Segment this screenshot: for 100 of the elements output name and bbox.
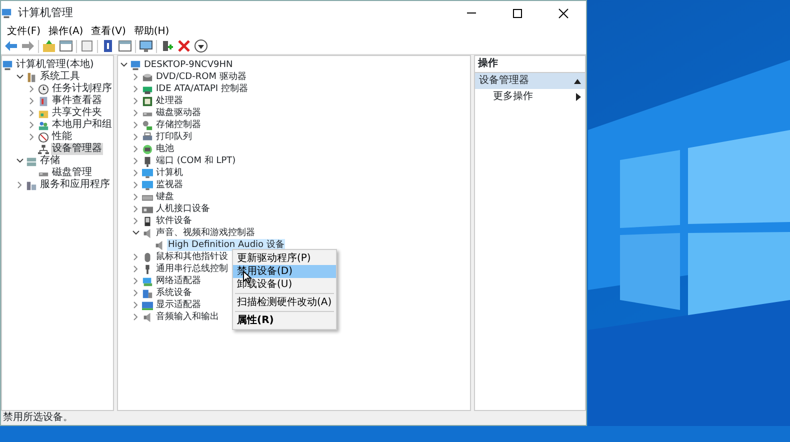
close-icon[interactable]: [558, 8, 568, 18]
action-section[interactable]: 设备管理器: [475, 73, 585, 89]
menu-item[interactable]: 帮助(H): [130, 25, 174, 38]
tree-item[interactable]: 事件查看器: [51, 95, 103, 107]
network-icon: [142, 276, 153, 286]
expand-caret-icon[interactable]: [133, 301, 139, 309]
collapse-icon[interactable]: [574, 78, 581, 84]
download-icon[interactable]: [194, 39, 208, 53]
expand-caret-icon[interactable]: [29, 85, 35, 93]
monitor-icon[interactable]: [139, 39, 153, 53]
tree-item[interactable]: 存储控制器: [155, 119, 202, 131]
tree-item[interactable]: 鼠标和其他指针设: [155, 251, 229, 263]
action-item[interactable]: 更多操作: [475, 89, 585, 105]
tree-item[interactable]: 磁盘管理: [51, 167, 93, 179]
tree-item[interactable]: 打印队列: [155, 131, 193, 143]
menu-item[interactable]: 查看(V): [87, 25, 130, 38]
tree-item[interactable]: 监视器: [155, 179, 184, 191]
tree-item[interactable]: 处理器: [155, 95, 184, 107]
tree-item[interactable]: 声音、视频和游戏控制器: [155, 227, 256, 239]
driver-update-icon[interactable]: [160, 39, 174, 53]
expand-caret-icon[interactable]: [133, 109, 139, 117]
expand-caret-icon[interactable]: [133, 277, 139, 285]
tree-item[interactable]: 系统设备: [155, 287, 193, 299]
tree-item[interactable]: 音频输入和输出: [155, 311, 220, 323]
expand-caret-icon[interactable]: [133, 121, 139, 129]
collapse-caret-icon[interactable]: [132, 230, 140, 236]
tree-item[interactable]: 设备管理器: [51, 143, 103, 155]
expand-caret-icon[interactable]: [133, 289, 139, 297]
tree-item[interactable]: 计算机管理(本地): [15, 59, 95, 71]
tree-item[interactable]: 端口 (COM 和 LPT): [155, 155, 237, 167]
clock-icon: [38, 84, 49, 94]
menu-item[interactable]: 属性(R): [233, 314, 336, 327]
expand-caret-icon[interactable]: [133, 133, 139, 141]
forward-icon[interactable]: [21, 39, 35, 53]
expand-caret-icon[interactable]: [133, 181, 139, 189]
speaker-icon: [154, 240, 165, 250]
collapse-caret-icon[interactable]: [16, 74, 24, 80]
services-icon: [26, 180, 37, 190]
tree-item[interactable]: IDE ATA/ATAPI 控制器: [155, 83, 249, 95]
expand-caret-icon[interactable]: [133, 97, 139, 105]
tree-item[interactable]: 共享文件夹: [51, 107, 103, 119]
expand-caret-icon[interactable]: [133, 217, 139, 225]
window-title: 计算机管理: [18, 4, 74, 21]
tree-item[interactable]: 性能: [51, 131, 73, 143]
menu-item[interactable]: 扫描检测硬件改动(A): [233, 296, 336, 309]
tree-item[interactable]: 存储: [39, 155, 61, 167]
monitor-icon: [142, 180, 153, 190]
expand-caret-icon[interactable]: [133, 145, 139, 153]
computer-icon: [2, 60, 13, 70]
tree-item[interactable]: 本地用户和组: [51, 119, 113, 131]
tree-item[interactable]: 软件设备: [155, 215, 193, 227]
tree-item[interactable]: 键盘: [155, 191, 175, 203]
log-icon: [38, 96, 49, 106]
phone-icon: [142, 216, 153, 226]
up-folder-icon[interactable]: [42, 39, 56, 53]
expand-caret-icon[interactable]: [29, 109, 35, 117]
monitor-icon: [142, 168, 153, 178]
expand-caret-icon[interactable]: [133, 265, 139, 273]
system-icon: [142, 288, 153, 298]
delete-icon[interactable]: [177, 39, 191, 53]
expand-caret-icon[interactable]: [133, 169, 139, 177]
expand-caret-icon[interactable]: [133, 205, 139, 213]
expand-caret-icon[interactable]: [29, 97, 35, 105]
expand-caret-icon[interactable]: [133, 313, 139, 321]
gauge-icon: [38, 132, 49, 142]
collapse-caret-icon[interactable]: [16, 158, 24, 164]
expand-caret-icon[interactable]: [29, 121, 35, 129]
expand-caret-icon[interactable]: [133, 157, 139, 165]
display-icon: [142, 300, 153, 310]
tree-item[interactable]: 网络适配器: [155, 275, 202, 287]
tree-item[interactable]: 任务计划程序: [51, 83, 113, 95]
tree-item[interactable]: 通用串行总线控制: [155, 263, 229, 275]
users-icon: [38, 120, 49, 130]
expand-caret-icon[interactable]: [133, 193, 139, 201]
menu-item[interactable]: 更新驱动程序(P): [233, 252, 336, 265]
printer-icon: [142, 132, 153, 142]
tree-item[interactable]: High Definition Audio 设备: [167, 239, 286, 251]
tree-item[interactable]: 磁盘驱动器: [155, 107, 202, 119]
tree-item[interactable]: 人机接口设备: [155, 203, 211, 215]
collapse-caret-icon[interactable]: [120, 62, 128, 68]
tree-item[interactable]: 服务和应用程序: [39, 179, 111, 191]
maximize-icon[interactable]: [512, 8, 522, 18]
tree-item[interactable]: DESKTOP-9NCV9HN: [143, 59, 234, 71]
pane-icon[interactable]: [118, 39, 132, 53]
tree-item[interactable]: 电池: [155, 143, 175, 155]
tree-item[interactable]: 显示适配器: [155, 299, 202, 311]
menu-item[interactable]: 文件(F): [3, 25, 45, 38]
tree-item[interactable]: 计算机: [155, 167, 184, 179]
storage-controller-icon: [142, 120, 153, 130]
expand-caret-icon[interactable]: [133, 253, 139, 261]
back-icon[interactable]: [4, 39, 18, 53]
device-tree-icon: [38, 144, 49, 154]
expand-caret-icon[interactable]: [133, 85, 139, 93]
pane-icon[interactable]: [59, 39, 73, 53]
tree-item[interactable]: 系统工具: [39, 71, 81, 83]
expand-caret-icon[interactable]: [17, 181, 23, 189]
expand-caret-icon[interactable]: [133, 73, 139, 81]
menu-item[interactable]: 操作(A): [44, 25, 88, 38]
tree-item[interactable]: DVD/CD-ROM 驱动器: [155, 71, 248, 83]
expand-caret-icon[interactable]: [29, 133, 35, 141]
